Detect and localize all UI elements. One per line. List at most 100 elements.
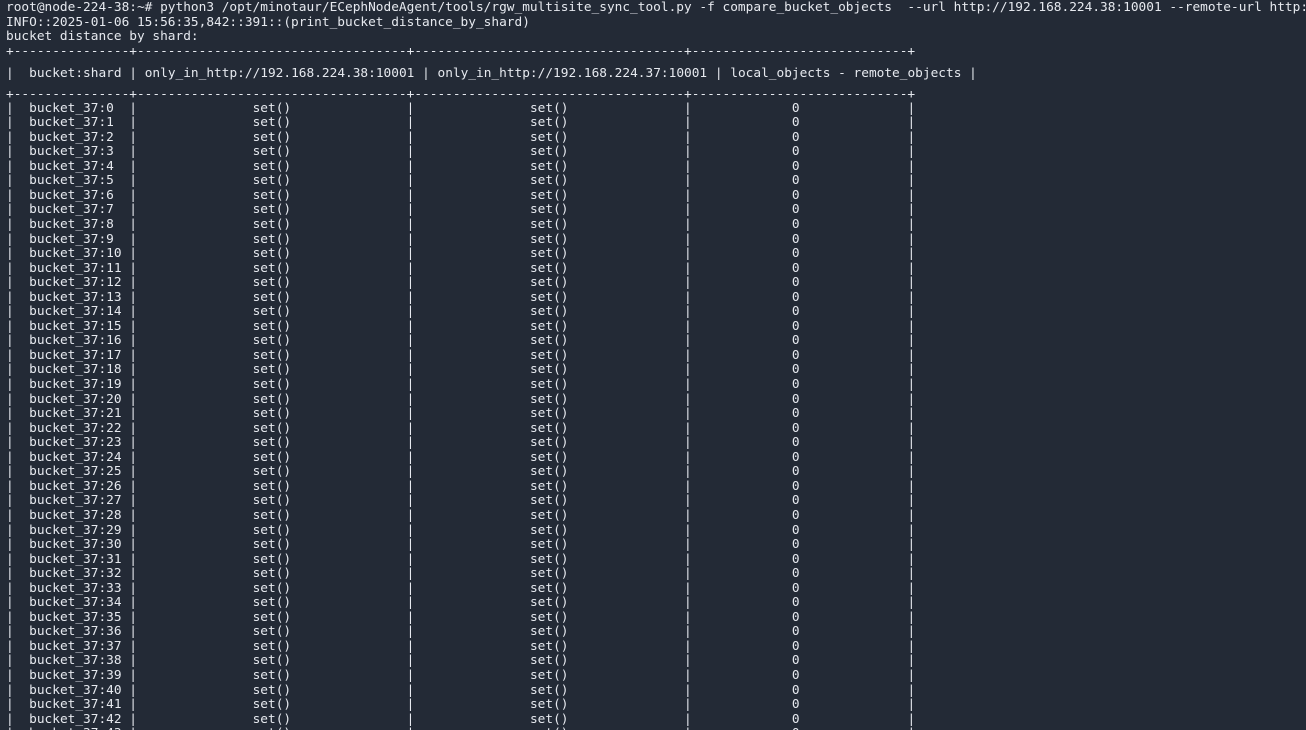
- table-row: | bucket_37:0 | set() | set() | 0 |: [6, 100, 1306, 117]
- cell-bucket-shard: bucket_37:15: [29, 318, 130, 334]
- cell-only-in-remote: set(): [414, 551, 685, 567]
- column-header-only-in-local: only_in_http://192.168.224.38:10001: [144, 65, 415, 81]
- cell-only-in-remote: set(): [414, 202, 685, 218]
- table-separator: |: [6, 449, 30, 465]
- table-separator: |: [129, 202, 138, 218]
- cell-only-in-remote: set(): [414, 638, 685, 654]
- cell-only-in-local: set(): [137, 144, 407, 160]
- table-separator: |: [684, 187, 692, 203]
- table-separator: |: [6, 638, 30, 654]
- cell-object-diff: 0: [692, 726, 908, 730]
- cell-only-in-local: set(): [137, 304, 407, 320]
- cell-bucket-shard: bucket_37:26: [29, 478, 130, 494]
- table-separator: |: [907, 449, 916, 465]
- cell-only-in-remote: set(): [414, 333, 685, 349]
- table-separator: |: [907, 187, 916, 203]
- cell-only-in-local: set(): [137, 580, 407, 596]
- cell-object-diff: 0: [691, 653, 908, 669]
- cell-only-in-remote: set(): [414, 362, 685, 378]
- cell-bucket-shard: bucket_37:39: [29, 667, 130, 683]
- table-separator: |: [129, 217, 138, 233]
- table-separator: |: [907, 609, 916, 625]
- cell-object-diff: 0: [691, 537, 908, 553]
- cell-only-in-remote: set(): [414, 318, 685, 334]
- cell-object-diff: 0: [691, 217, 908, 233]
- cell-bucket-shard: bucket_37:43: [29, 726, 129, 730]
- table-separator: |: [6, 115, 30, 131]
- table-separator: |: [908, 726, 916, 730]
- cell-object-diff: 0: [691, 711, 908, 727]
- cell-only-in-remote: set(): [414, 347, 685, 363]
- table-row: | bucket_37:1 | set() | set() | 0 |: [6, 115, 1306, 131]
- cell-bucket-shard: bucket_37:8: [29, 217, 130, 233]
- table-separator: |: [129, 347, 138, 363]
- command-line: root@node-224-38:~# python3 /opt/minotau…: [6, 0, 1306, 15]
- terminal-window[interactable]: root@node-224-38:~# python3 /opt/minotau…: [0, 0, 1306, 730]
- table-separator: |: [907, 318, 916, 334]
- cell-bucket-shard: bucket_37:37: [29, 638, 130, 654]
- table-separator: |: [129, 493, 138, 509]
- table-separator: |: [684, 682, 692, 698]
- cell-only-in-remote: set(): [414, 449, 685, 465]
- cell-bucket-shard: bucket_37:16: [29, 333, 130, 349]
- cell-bucket-shard: bucket_37:6: [29, 187, 130, 203]
- cell-object-diff: 0: [691, 246, 908, 262]
- cell-only-in-local: set(): [137, 115, 407, 131]
- cell-only-in-remote: set(): [414, 537, 685, 553]
- cell-only-in-local: set(): [137, 435, 407, 451]
- table-row: | bucket_37:15 | set() | set() | 0 |: [6, 318, 1306, 335]
- table-separator: |: [129, 246, 138, 262]
- cell-object-diff: 0: [691, 100, 908, 116]
- cell-object-diff: 0: [691, 697, 908, 713]
- table-separator: |: [6, 202, 30, 218]
- table-separator: |: [684, 711, 692, 727]
- cell-only-in-remote: set(): [414, 217, 685, 233]
- table-separator: |: [907, 478, 916, 494]
- table-separator: |: [129, 333, 138, 349]
- cell-only-in-local: set(): [137, 158, 407, 174]
- table-separator: |: [907, 537, 916, 553]
- cell-object-diff: 0: [691, 275, 908, 291]
- table-separator: |: [684, 580, 692, 596]
- table-separator: |: [129, 624, 138, 640]
- cell-only-in-local: set(): [137, 667, 407, 683]
- table-separator: |: [129, 595, 138, 611]
- cell-object-diff: 0: [691, 173, 908, 189]
- table-separator: |: [129, 275, 138, 291]
- table-separator: |: [684, 638, 692, 654]
- cell-only-in-local: set(): [137, 595, 407, 611]
- table-border-header: +---------------+-----------------------…: [6, 86, 916, 102]
- cell-only-in-local: set(): [137, 522, 407, 538]
- table-separator: |: [907, 144, 916, 160]
- table-separator: |: [907, 493, 916, 509]
- table-separator: |: [907, 464, 916, 480]
- cell-only-in-remote: set(): [414, 624, 685, 640]
- table-separator: |: [684, 551, 692, 567]
- table-separator: |: [6, 726, 29, 730]
- table-row: | bucket_37:20 | set() | set() | 0 |: [6, 392, 1306, 408]
- cell-only-in-remote: set(): [414, 566, 685, 582]
- table-separator: |: [684, 304, 692, 320]
- table-separator: |: [129, 144, 138, 160]
- cell-bucket-shard: bucket_37:33: [29, 580, 130, 596]
- table-row: | bucket_37:19 | set() | set() | 0 |: [6, 377, 1306, 393]
- cell-bucket-shard: bucket_37:25: [29, 464, 130, 480]
- cell-bucket-shard: bucket_37:4: [29, 158, 130, 174]
- cell-bucket-shard: bucket_37:41: [29, 697, 130, 713]
- cell-only-in-remote: set(): [414, 580, 685, 596]
- table-separator: |: [907, 435, 916, 451]
- cell-bucket-shard: bucket_37:23: [29, 435, 130, 451]
- table-separator: |: [907, 217, 916, 233]
- cell-object-diff: 0: [691, 304, 908, 320]
- table-separator: |: [129, 551, 138, 567]
- cell-object-diff: 0: [691, 507, 908, 523]
- table-separator: |: [907, 580, 916, 596]
- table-separator: |: [907, 377, 916, 393]
- cell-bucket-shard: bucket_37:22: [29, 420, 130, 436]
- cell-only-in-remote: set(): [414, 260, 685, 276]
- cell-object-diff: 0: [691, 333, 908, 349]
- table-separator: |: [6, 580, 30, 596]
- table-separator: |: [6, 406, 30, 422]
- cell-only-in-local: set(): [137, 406, 407, 422]
- table-row: | bucket_37:26 | set() | set() | 0 |: [6, 478, 1306, 495]
